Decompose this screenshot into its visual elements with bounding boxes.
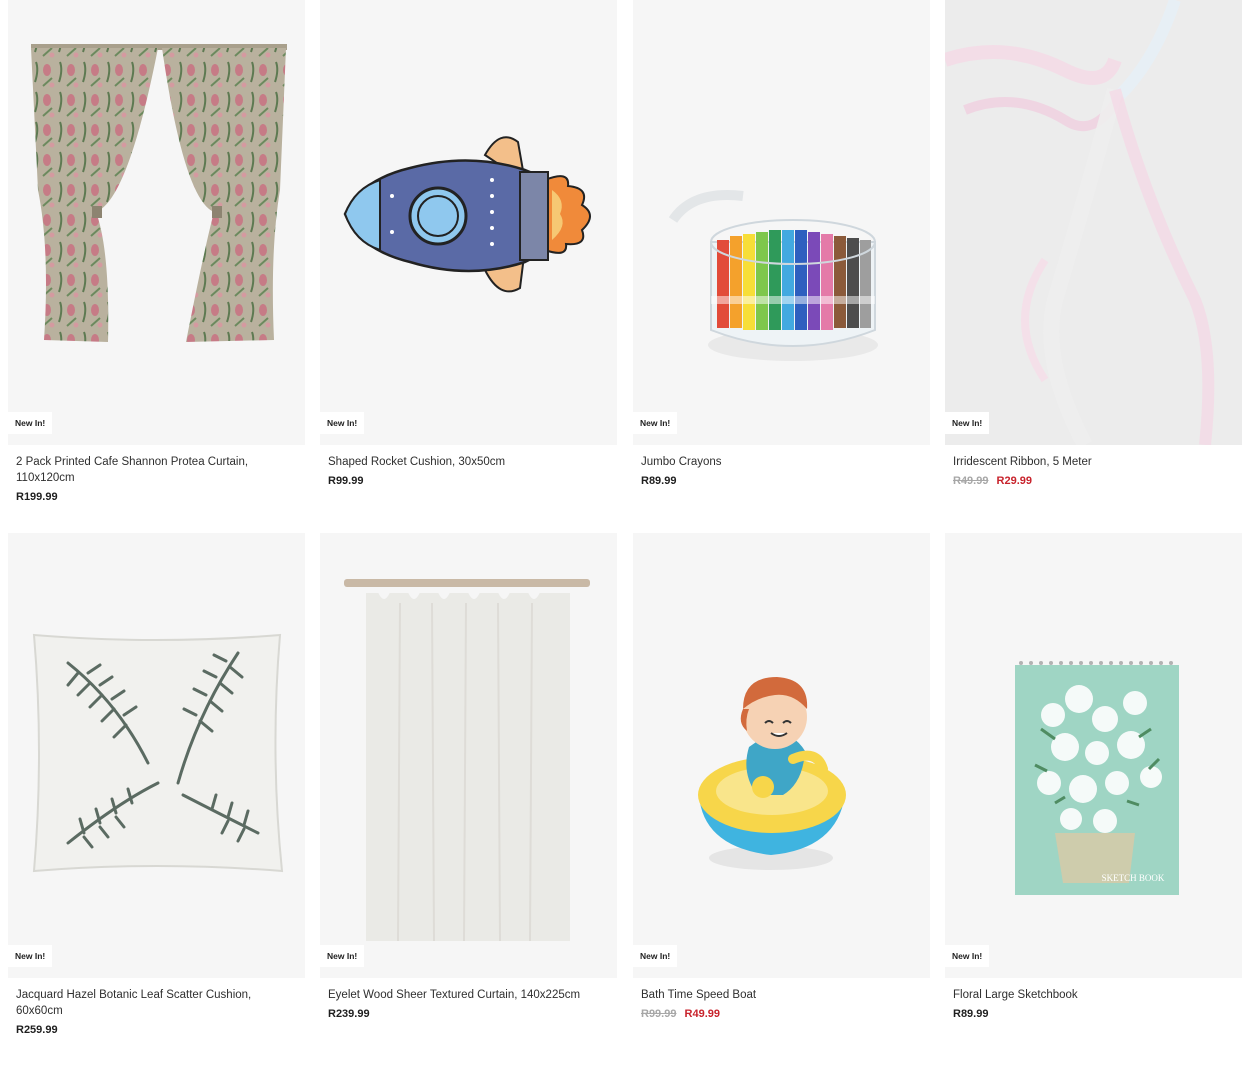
new-in-badge: New In! — [8, 945, 53, 967]
product-title[interactable]: Shaped Rocket Cushion, 30x50cm — [328, 454, 609, 470]
product-card[interactable]: SKETCH BOOK New In! Floral Large Sketchb… — [945, 533, 1242, 1022]
price-row: R99.99 R49.99 — [641, 1006, 922, 1022]
product-title[interactable]: Irridescent Ribbon, 5 Meter — [953, 454, 1234, 470]
product-card[interactable]: New In! 2 Pack Printed Cafe Shannon Prot… — [8, 0, 305, 505]
product-title[interactable]: Floral Large Sketchbook — [953, 987, 1234, 1003]
product-image[interactable]: New In! — [633, 0, 930, 445]
sheer-curtain-image — [344, 579, 590, 942]
product-card[interactable]: New In! Jacquard Hazel Botanic Leaf Scat… — [8, 533, 305, 1038]
price-row: R99.99 — [328, 473, 609, 489]
product-image[interactable]: New In! — [320, 533, 617, 978]
rocket-cushion-image — [343, 136, 591, 293]
sale-price: R29.99 — [996, 475, 1033, 487]
new-in-badge: New In! — [633, 412, 678, 434]
was-price: R49.99 — [953, 475, 989, 487]
price-row: R199.99 — [16, 489, 297, 505]
product-price: R259.99 — [16, 1024, 58, 1036]
new-in-badge: New In! — [945, 412, 990, 434]
product-price: R99.99 — [328, 475, 364, 487]
product-card[interactable]: New In! Irridescent Ribbon, 5 Meter R49.… — [945, 0, 1242, 489]
sketchbook-cover-text: SKETCH BOOK — [1102, 873, 1165, 883]
was-price: R99.99 — [641, 1008, 677, 1020]
product-image[interactable]: New In! — [633, 533, 930, 978]
price-row: R89.99 — [953, 1006, 1234, 1022]
product-title[interactable]: Bath Time Speed Boat — [641, 987, 922, 1003]
product-image[interactable]: New In! — [320, 0, 617, 445]
product-price: R89.99 — [953, 1008, 989, 1020]
product-image[interactable]: New In! — [945, 0, 1242, 445]
product-price: R239.99 — [328, 1008, 370, 1020]
product-card[interactable]: New In! Eyelet Wood Sheer Textured Curta… — [320, 533, 617, 1022]
product-card[interactable]: New In! Jumbo Crayons R89.99 — [633, 0, 930, 489]
product-card[interactable]: New In! Bath Time Speed Boat R99.99 R49.… — [633, 533, 930, 1022]
product-image[interactable]: New In! — [8, 533, 305, 978]
ribbon-image — [945, 0, 1215, 445]
price-row: R49.99 R29.99 — [953, 473, 1234, 489]
new-in-badge: New In! — [320, 945, 365, 967]
new-in-badge: New In! — [8, 412, 53, 434]
new-in-badge: New In! — [320, 412, 365, 434]
new-in-badge: New In! — [945, 945, 990, 967]
product-price: R199.99 — [16, 491, 58, 503]
new-in-badge: New In! — [633, 945, 678, 967]
product-card[interactable]: New In! Shaped Rocket Cushion, 30x50cm R… — [320, 0, 617, 489]
price-row: R239.99 — [328, 1006, 609, 1022]
speed-boat-toy-image — [698, 677, 846, 870]
product-title[interactable]: Jacquard Hazel Botanic Leaf Scatter Cush… — [16, 987, 297, 1019]
product-title[interactable]: Eyelet Wood Sheer Textured Curtain, 140x… — [328, 987, 609, 1003]
sale-price: R49.99 — [684, 1008, 721, 1020]
product-image[interactable]: New In! — [8, 0, 305, 445]
sketchbook-image: SKETCH BOOK — [1015, 661, 1179, 895]
product-title[interactable]: 2 Pack Printed Cafe Shannon Protea Curta… — [16, 454, 297, 486]
curtain-image — [31, 44, 287, 342]
product-image[interactable]: SKETCH BOOK New In! — [945, 533, 1242, 978]
product-price: R89.99 — [641, 475, 677, 487]
price-row: R89.99 — [641, 473, 922, 489]
leaf-cushion-image — [32, 633, 284, 873]
price-row: R259.99 — [16, 1022, 297, 1038]
crayons-image — [668, 190, 878, 361]
product-title[interactable]: Jumbo Crayons — [641, 454, 922, 470]
